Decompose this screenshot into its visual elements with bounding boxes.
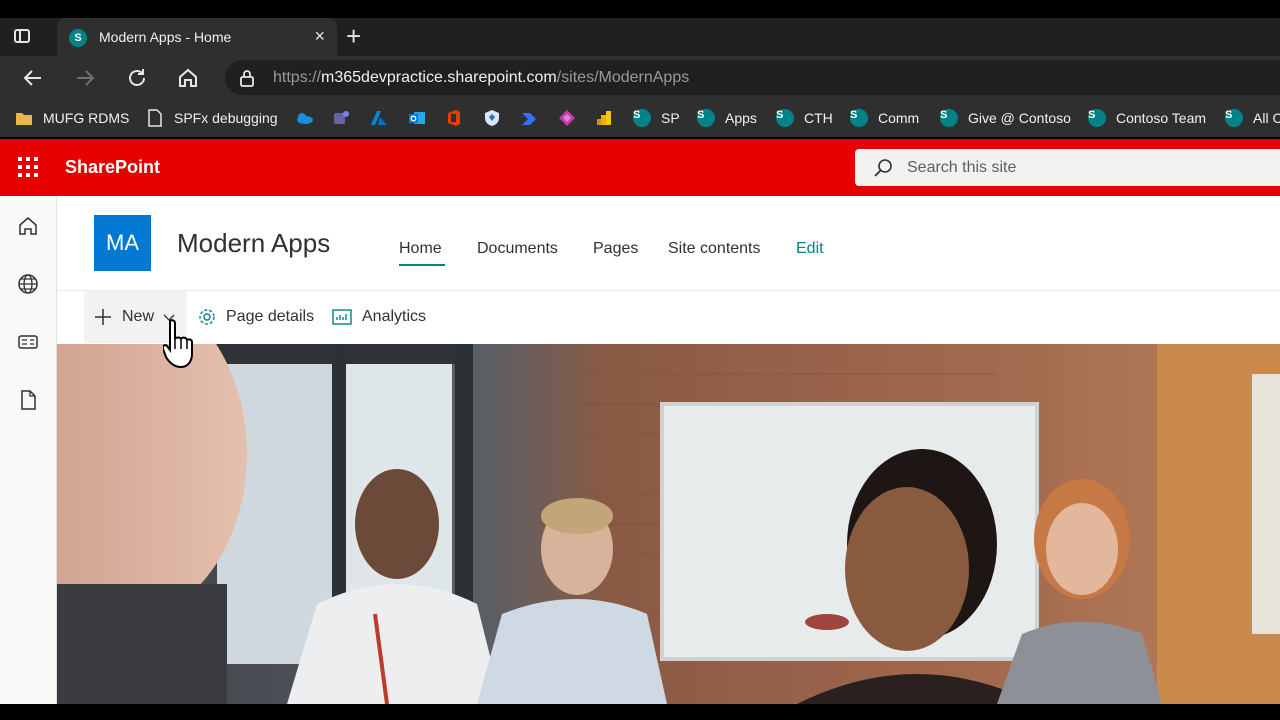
url-prefix: https:// [273,69,322,86]
analytics-icon [332,309,352,325]
outlook-icon [409,112,425,124]
automate-icon [522,113,536,125]
url-host: m365devpractice.sharepoint.com [321,69,557,86]
favorite-label: All C [1253,110,1280,126]
site-title[interactable]: Modern Apps [177,228,330,259]
powerapps-icon [559,110,575,126]
suite-bar: SharePoint Search this site [0,139,1280,196]
analytics-button[interactable]: Analytics [332,308,426,326]
favorite-all-c[interactable]: S All C [1225,107,1280,129]
favorite-power-bi[interactable] [595,107,623,129]
nav-pages[interactable]: Pages [593,240,638,258]
favorite-label: Give @ Contoso [968,110,1071,126]
home-icon[interactable] [17,215,39,237]
app-body: MA Modern Apps Home Documents Pages Site… [0,196,1280,704]
sharepoint-icon: S [69,29,87,47]
document-icon[interactable] [17,389,39,411]
analytics-label: Analytics [362,308,427,325]
url-path: /sites/ModernApps [556,69,690,86]
nav-home[interactable]: Home [399,240,442,258]
teams-icon [334,111,349,124]
hand-cursor-icon [163,319,193,369]
forward-icon[interactable] [73,66,97,90]
nav-active-indicator [399,264,445,266]
nav-edit[interactable]: Edit [796,240,824,258]
sharepoint-brand[interactable]: SharePoint [65,157,160,178]
favorite-office[interactable] [445,107,473,129]
favorite-teams[interactable] [332,107,360,129]
new-label: New [122,308,155,325]
tab-close-icon[interactable]: × [314,26,325,46]
folder-icon [16,113,32,125]
sharepoint-icon: S [850,109,868,127]
globe-icon[interactable] [17,273,39,295]
sharepoint-icon: S [940,109,958,127]
home-icon[interactable] [176,66,200,90]
search-icon [874,159,892,177]
sharepoint-icon: S [1225,109,1243,127]
news-icon[interactable] [17,331,39,353]
favorite-spfx-debugging[interactable]: SPFx debugging [146,107,278,129]
favorite-label: Apps [725,110,757,126]
favorite-cth[interactable]: S CTH [776,107,833,129]
favorite-mufg-rdms[interactable]: MUFG RDMS [15,107,129,129]
favorite-give-contoso[interactable]: S Give @ Contoso [940,107,1071,129]
screen: S Modern Apps - Home × + https://m365dev… [0,0,1280,720]
page-icon [148,109,162,127]
browser-toolbar: https://m365devpractice.sharepoint.com/s… [0,56,1280,99]
refresh-icon[interactable] [125,66,149,90]
gear-icon [199,309,215,325]
sharepoint-icon: S [776,109,794,127]
search-input[interactable]: Search this site [907,159,1016,177]
favorite-outlook[interactable] [408,107,436,129]
app-launcher-icon[interactable] [18,157,38,177]
search-box[interactable]: Search this site [855,149,1280,186]
page-details-label: Page details [226,308,315,325]
lock-icon[interactable] [237,68,257,88]
favorite-label: SP [661,110,680,126]
sharepoint-icon: S [633,109,651,127]
left-app-bar [0,196,57,704]
favorite-label: CTH [804,110,833,126]
url-text[interactable]: https://m365devpractice.sharepoint.com/s… [273,69,689,87]
address-bar[interactable]: https://m365devpractice.sharepoint.com/s… [225,60,1280,95]
favorite-label: SPFx debugging [174,110,278,126]
back-icon[interactable] [21,66,45,90]
tab-title: Modern Apps - Home [99,29,232,45]
favorite-contoso-team[interactable]: S Contoso Team [1088,107,1206,129]
command-bar: New Page details Analytics [57,291,1280,343]
favorites-bar: MUFG RDMS SPFx debugging S SP S Apps S CTH … [0,99,1280,137]
tab-actions-icon[interactable] [12,26,34,48]
favorite-label: Comm [878,110,920,126]
powerbi-icon [597,111,611,125]
site-header: MA Modern Apps Home Documents Pages Site… [57,196,1280,291]
favorite-power-apps[interactable] [558,107,586,129]
favorite-defender[interactable] [483,107,511,129]
hero-image [57,344,1280,704]
browser-tab-active[interactable]: S Modern Apps - Home × [57,18,337,56]
office-icon [448,110,460,126]
sharepoint-icon: S [697,109,715,127]
favorite-comm[interactable]: S Comm [850,107,919,129]
favorite-azure[interactable] [370,107,398,129]
sharepoint-icon: S [1088,109,1106,127]
azure-icon [371,111,387,125]
favorite-onedrive[interactable] [295,107,323,129]
new-tab-icon[interactable]: + [346,22,361,50]
bottom-edge [0,704,1280,720]
favorite-label: MUFG RDMS [43,110,130,126]
favorite-sp[interactable]: S SP [633,107,680,129]
nav-documents[interactable]: Documents [477,240,558,258]
page-details-button[interactable]: Page details [198,308,314,326]
favorite-apps[interactable]: S Apps [697,107,757,129]
nav-site-contents[interactable]: Site contents [668,240,761,258]
shield-icon [485,110,499,126]
site-logo[interactable]: MA [94,215,151,271]
onedrive-icon [297,113,313,124]
favorite-label: Contoso Team [1116,110,1207,126]
browser-tab-strip: S Modern Apps - Home × + [0,18,1280,56]
favorite-power-automate[interactable] [520,107,548,129]
plus-icon [95,309,111,325]
